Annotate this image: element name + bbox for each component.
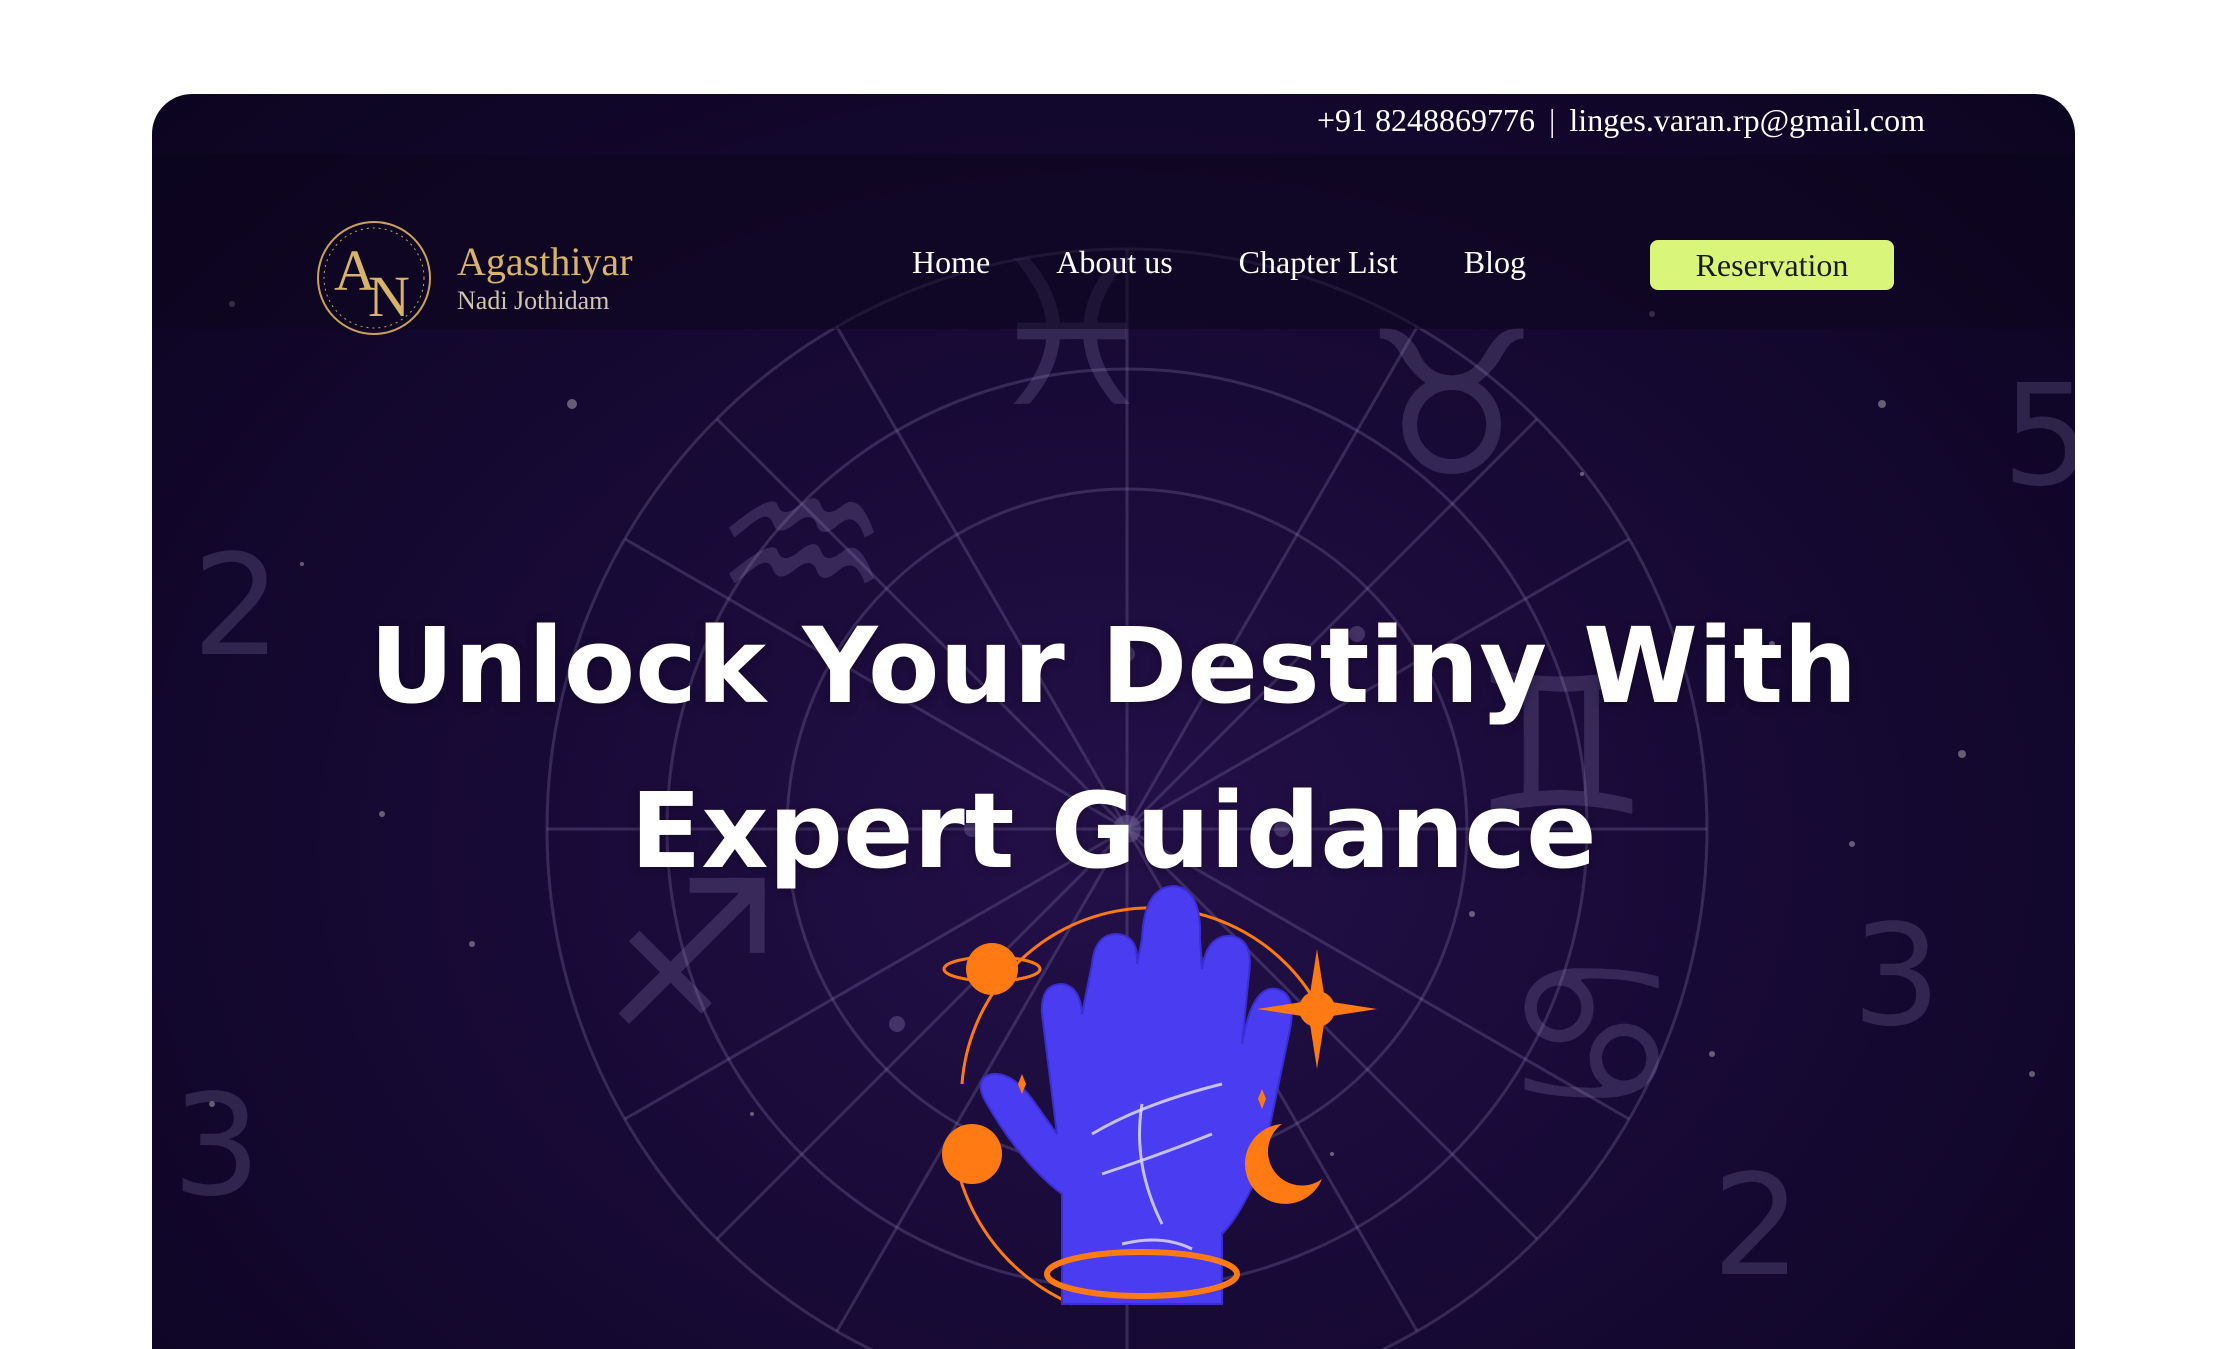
nav-item-blog[interactable]: Blog (1464, 244, 1526, 281)
palmistry-hand-icon (942, 884, 1377, 1306)
brand-subtitle: Nadi Jothidam (457, 286, 610, 315)
hero-headline-line-1: Unlock Your Destiny With (369, 605, 1858, 727)
svg-text:5: 5 (2002, 355, 2075, 518)
phone-link[interactable]: +91 8248869776 (1317, 102, 1535, 139)
reservation-button[interactable]: Reservation (1650, 240, 1894, 290)
email-link[interactable]: linges.varan.rp@gmail.com (1569, 102, 1925, 139)
brand-name: Agasthiyar (457, 239, 633, 284)
nav-item-about-us[interactable]: About us (1056, 244, 1172, 281)
an-monogram-logo[interactable]: A N (312, 216, 437, 341)
svg-text:3: 3 (1852, 895, 1941, 1058)
main-nav: Home About us Chapter List Blog (912, 244, 1592, 281)
contact-bar: +91 8248869776 | linges.varan.rp@gmail.c… (152, 94, 2075, 154)
nav-item-chapter-list[interactable]: Chapter List (1239, 244, 1398, 281)
contact-info: +91 8248869776 | linges.varan.rp@gmail.c… (1317, 102, 1925, 139)
svg-text:3: 3 (172, 1065, 261, 1228)
hero-section: ♓ ♉ ♊ ♋ ♐ ♒ 3 3 2 5 2 +91 8248869776 | l… (152, 94, 2075, 1349)
contact-separator: | (1549, 102, 1556, 138)
brand-block[interactable]: Agasthiyar Nadi Jothidam (457, 239, 633, 317)
svg-text:N: N (368, 264, 410, 329)
svg-text:2: 2 (1712, 1145, 1801, 1308)
svg-text:♋: ♋ (1502, 919, 1681, 1152)
nav-item-home[interactable]: Home (912, 244, 990, 281)
